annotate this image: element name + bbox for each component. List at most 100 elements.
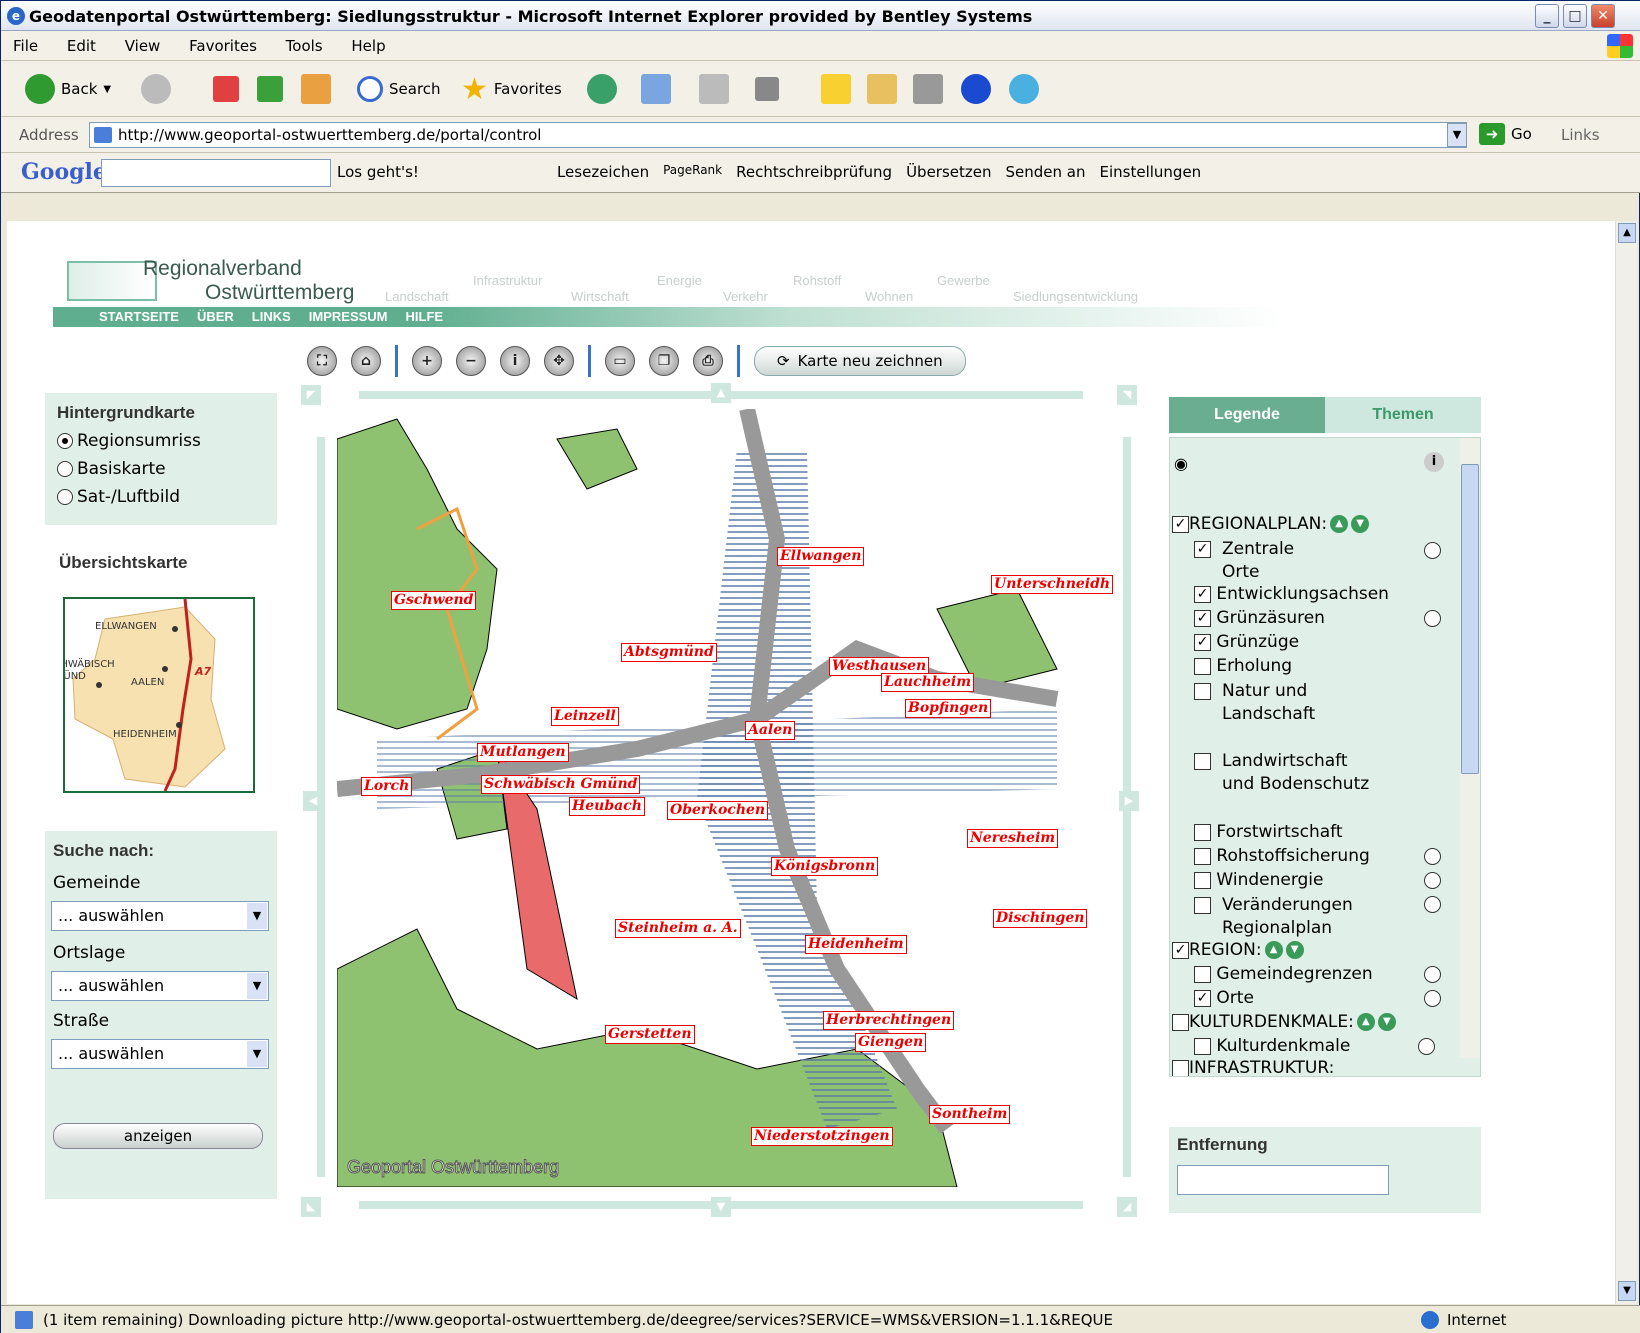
contacts-button[interactable]	[1009, 73, 1039, 105]
stop-button[interactable]	[213, 73, 239, 105]
pan-southwest-icon[interactable]: ◣	[301, 1197, 321, 1217]
main-map[interactable]: Ellwangen Unterschneidh Gschwend Abtsgmü…	[337, 409, 1115, 1187]
gemeinde-select[interactable]: ... auswählen ▼	[51, 901, 269, 931]
anzeigen-button[interactable]: anzeigen	[53, 1123, 263, 1149]
home-view-icon[interactable]: ⌂	[351, 346, 381, 376]
strasse-select[interactable]: ... auswählen ▼	[51, 1039, 269, 1069]
theme-landschaft[interactable]: Landschaft	[385, 289, 449, 304]
legend-veraenderungen-option[interactable]	[1424, 896, 1441, 913]
legend-forstwirtschaft[interactable]: Forstwirtschaft	[1194, 822, 1343, 842]
search-button[interactable]: Search	[357, 73, 441, 105]
menu-help[interactable]: Help	[339, 31, 397, 61]
move-down-icon[interactable]: ▼	[1377, 1013, 1396, 1031]
legend-erholung[interactable]: Erholung	[1194, 656, 1292, 676]
mail-button[interactable]	[641, 73, 671, 105]
pan-southeast-icon[interactable]: ◢	[1117, 1197, 1137, 1217]
settings-button[interactable]: Einstellungen	[1100, 163, 1202, 181]
nav-startseite[interactable]: STARTSEITE	[99, 307, 179, 327]
scroll-up-icon[interactable]: ▲	[1618, 223, 1636, 243]
legend-entwicklungsachsen[interactable]: ✓ Entwicklungsachsen	[1194, 584, 1389, 604]
refresh-button[interactable]	[257, 73, 283, 105]
legend-windenergie[interactable]: Windenergie	[1194, 870, 1324, 890]
links-button[interactable]: Links	[1561, 126, 1600, 144]
spellcheck-button[interactable]: Rechtschreibprüfung	[736, 163, 892, 181]
go-button[interactable]: ➜ Go	[1479, 123, 1532, 145]
tab-legende[interactable]: Legende	[1169, 397, 1325, 433]
theme-wohnen[interactable]: Wohnen	[865, 289, 913, 304]
pan-east-icon[interactable]: ▶	[1119, 791, 1139, 811]
zoom-out-icon[interactable]: −	[456, 346, 486, 376]
legend-scrollbar[interactable]	[1460, 438, 1480, 1058]
research-button[interactable]	[867, 73, 897, 105]
move-up-icon[interactable]: ▲	[1264, 941, 1283, 959]
theme-gewerbe[interactable]: Gewerbe	[937, 273, 990, 288]
back-button[interactable]: Back ▼	[25, 73, 111, 105]
legend-kulturdenkmale[interactable]: Kulturdenkmale	[1194, 1036, 1350, 1056]
info-icon[interactable]: i	[500, 346, 530, 376]
bookmarks-button[interactable]: Lesezeichen	[557, 163, 649, 181]
legend-orte[interactable]: ✓ Orte	[1194, 988, 1254, 1008]
nav-links[interactable]: LINKS	[252, 307, 291, 327]
edit-button[interactable]	[755, 73, 779, 105]
legend-gemeindegrenzen-option[interactable]	[1424, 966, 1441, 983]
theme-energie[interactable]: Energie	[657, 273, 702, 288]
full-extent-icon[interactable]: ⛶	[307, 346, 337, 376]
media-button[interactable]	[913, 73, 943, 105]
favorites-button[interactable]: ★ Favorites	[461, 72, 562, 107]
translate-button[interactable]: Übersetzen	[906, 163, 991, 181]
history-button[interactable]	[587, 73, 617, 105]
print-button[interactable]	[699, 73, 729, 105]
theme-infrastruktur[interactable]: Infrastruktur	[473, 273, 542, 288]
ortslage-select[interactable]: ... auswählen ▼	[51, 971, 269, 1001]
forward-button[interactable]	[141, 73, 171, 105]
theme-rohstoff[interactable]: Rohstoff	[793, 273, 841, 288]
theme-wirtschaft[interactable]: Wirtschaft	[571, 289, 629, 304]
legend-rohstoffsicherung[interactable]: Rohstoffsicherung	[1194, 846, 1370, 866]
nav-ueber[interactable]: ÜBER	[197, 307, 234, 327]
radio-basiskarte[interactable]: Basiskarte	[57, 459, 265, 479]
measure-icon[interactable]: ▭	[605, 346, 635, 376]
legend-zentrale-orte[interactable]: ✓ Zentrale Orte	[1194, 538, 1394, 584]
pan-north-icon[interactable]: ▲	[711, 383, 731, 403]
legend-kulturdenkmale-option[interactable]	[1418, 1038, 1435, 1055]
theme-siedlungsentwicklung[interactable]: Siedlungsentwicklung	[1013, 289, 1138, 304]
home-button[interactable]	[301, 73, 331, 105]
legend-zentrale-orte-option[interactable]	[1424, 542, 1441, 559]
legend-natur-landschaft[interactable]: Natur und Landschaft	[1194, 680, 1322, 726]
pan-northeast-icon[interactable]: ◥	[1117, 385, 1137, 405]
scroll-down-icon[interactable]: ▼	[1618, 1281, 1636, 1301]
legend-infrastruktur[interactable]: INFRASTRUKTUR:	[1172, 1058, 1334, 1076]
google-icons[interactable]	[433, 163, 543, 181]
menu-file[interactable]: File	[1, 31, 50, 61]
messenger-button[interactable]	[821, 73, 851, 105]
legend-orte-option[interactable]	[1424, 990, 1441, 1007]
move-up-icon[interactable]: ▲	[1330, 515, 1349, 533]
tab-themen[interactable]: Themen	[1325, 397, 1481, 433]
menu-favorites[interactable]: Favorites	[177, 31, 269, 61]
minimize-button[interactable]: _	[1535, 4, 1559, 28]
menu-tools[interactable]: Tools	[274, 31, 335, 61]
legend-scroll-thumb[interactable]	[1461, 464, 1479, 774]
menu-edit[interactable]: Edit	[55, 31, 108, 61]
zoom-in-icon[interactable]: +	[412, 346, 442, 376]
bluetooth-button[interactable]	[961, 73, 991, 105]
legend-region[interactable]: ✓ REGION: ▲ ▼	[1172, 940, 1304, 960]
move-down-icon[interactable]: ▼	[1351, 515, 1370, 533]
move-up-icon[interactable]: ▲	[1356, 1013, 1375, 1031]
legend-gemeindegrenzen[interactable]: Gemeindegrenzen	[1194, 964, 1373, 984]
address-dropdown-button[interactable]: ▼	[1447, 123, 1467, 147]
overview-map[interactable]: ELLWANGEN SCHWÄBISCH GMÜND AALEN A7 HEID…	[63, 597, 255, 793]
legend-veraenderungen[interactable]: Veränderungen Regionalplan	[1194, 894, 1362, 940]
distance-input[interactable]	[1177, 1165, 1389, 1195]
legend-windenergie-option[interactable]	[1424, 872, 1441, 889]
legend-rohstoffsicherung-option[interactable]	[1424, 848, 1441, 865]
pan-west-icon[interactable]: ◀	[303, 791, 323, 811]
close-button[interactable]: ✕	[1591, 4, 1615, 28]
nav-hilfe[interactable]: HILFE	[406, 307, 444, 327]
move-down-icon[interactable]: ▼	[1285, 941, 1304, 959]
theme-verkehr[interactable]: Verkehr	[723, 289, 768, 304]
print-map-icon[interactable]: ⎙	[693, 346, 723, 376]
legend-kulturdenkmale-group[interactable]: KULTURDENKMALE: ▲ ▼	[1172, 1012, 1396, 1032]
send-to-button[interactable]: Senden an	[1006, 163, 1086, 181]
page-scrollbar[interactable]: ▲ ▼	[1615, 221, 1637, 1304]
